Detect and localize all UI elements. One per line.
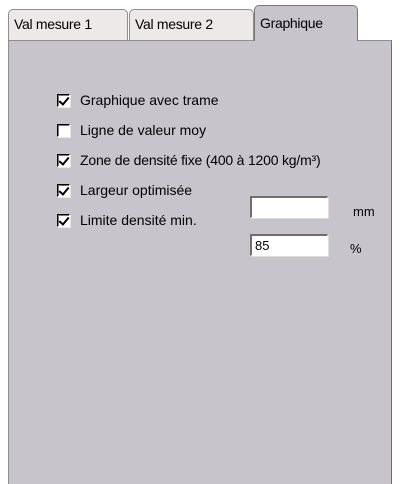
checkbox-graphique-avec-trame[interactable] <box>57 93 70 107</box>
option-label: Ligne de valeur moy <box>80 122 207 138</box>
checkmark-icon <box>58 183 70 196</box>
checkbox-limite-densite-min[interactable] <box>57 213 70 227</box>
option-limite-densite-min[interactable]: Limite densité min. <box>57 209 197 231</box>
option-largeur-optimisee[interactable]: Largeur optimisée <box>57 179 192 201</box>
graphique-panel: Graphique avec trame Ligne de valeur moy… <box>8 40 392 484</box>
largeur-input[interactable] <box>250 196 328 218</box>
densite-min-input[interactable]: 85 <box>250 234 328 256</box>
checkbox-ligne-valeur-moy[interactable] <box>57 123 70 137</box>
option-label: Zone de densité fixe (400 à 1200 kg/m³) <box>80 152 321 168</box>
option-zone-densite-fixe[interactable]: Zone de densité fixe (400 à 1200 kg/m³) <box>57 149 321 171</box>
checkbox-zone-densite-fixe[interactable] <box>57 153 70 167</box>
checkmark-icon <box>58 93 70 106</box>
checkmark-icon <box>58 213 70 226</box>
checkmark-icon <box>58 153 70 166</box>
tab-graphique[interactable]: Graphique <box>254 5 358 41</box>
option-ligne-valeur-moy[interactable]: Ligne de valeur moy <box>57 119 206 141</box>
checkbox-largeur-optimisee[interactable] <box>57 183 70 197</box>
option-label: Limite densité min. <box>80 212 197 228</box>
largeur-unit: mm <box>353 204 375 219</box>
tab-val-mesure-1[interactable]: Val mesure 1 <box>8 9 128 40</box>
option-label: Graphique avec trame <box>80 92 219 108</box>
option-graphique-avec-trame[interactable]: Graphique avec trame <box>57 89 219 111</box>
option-label: Largeur optimisée <box>80 182 193 198</box>
tab-bar: Val mesure 1 Val mesure 2 Graphique <box>0 0 403 41</box>
densite-min-unit: % <box>350 241 362 256</box>
tab-val-mesure-2[interactable]: Val mesure 2 <box>129 9 254 40</box>
